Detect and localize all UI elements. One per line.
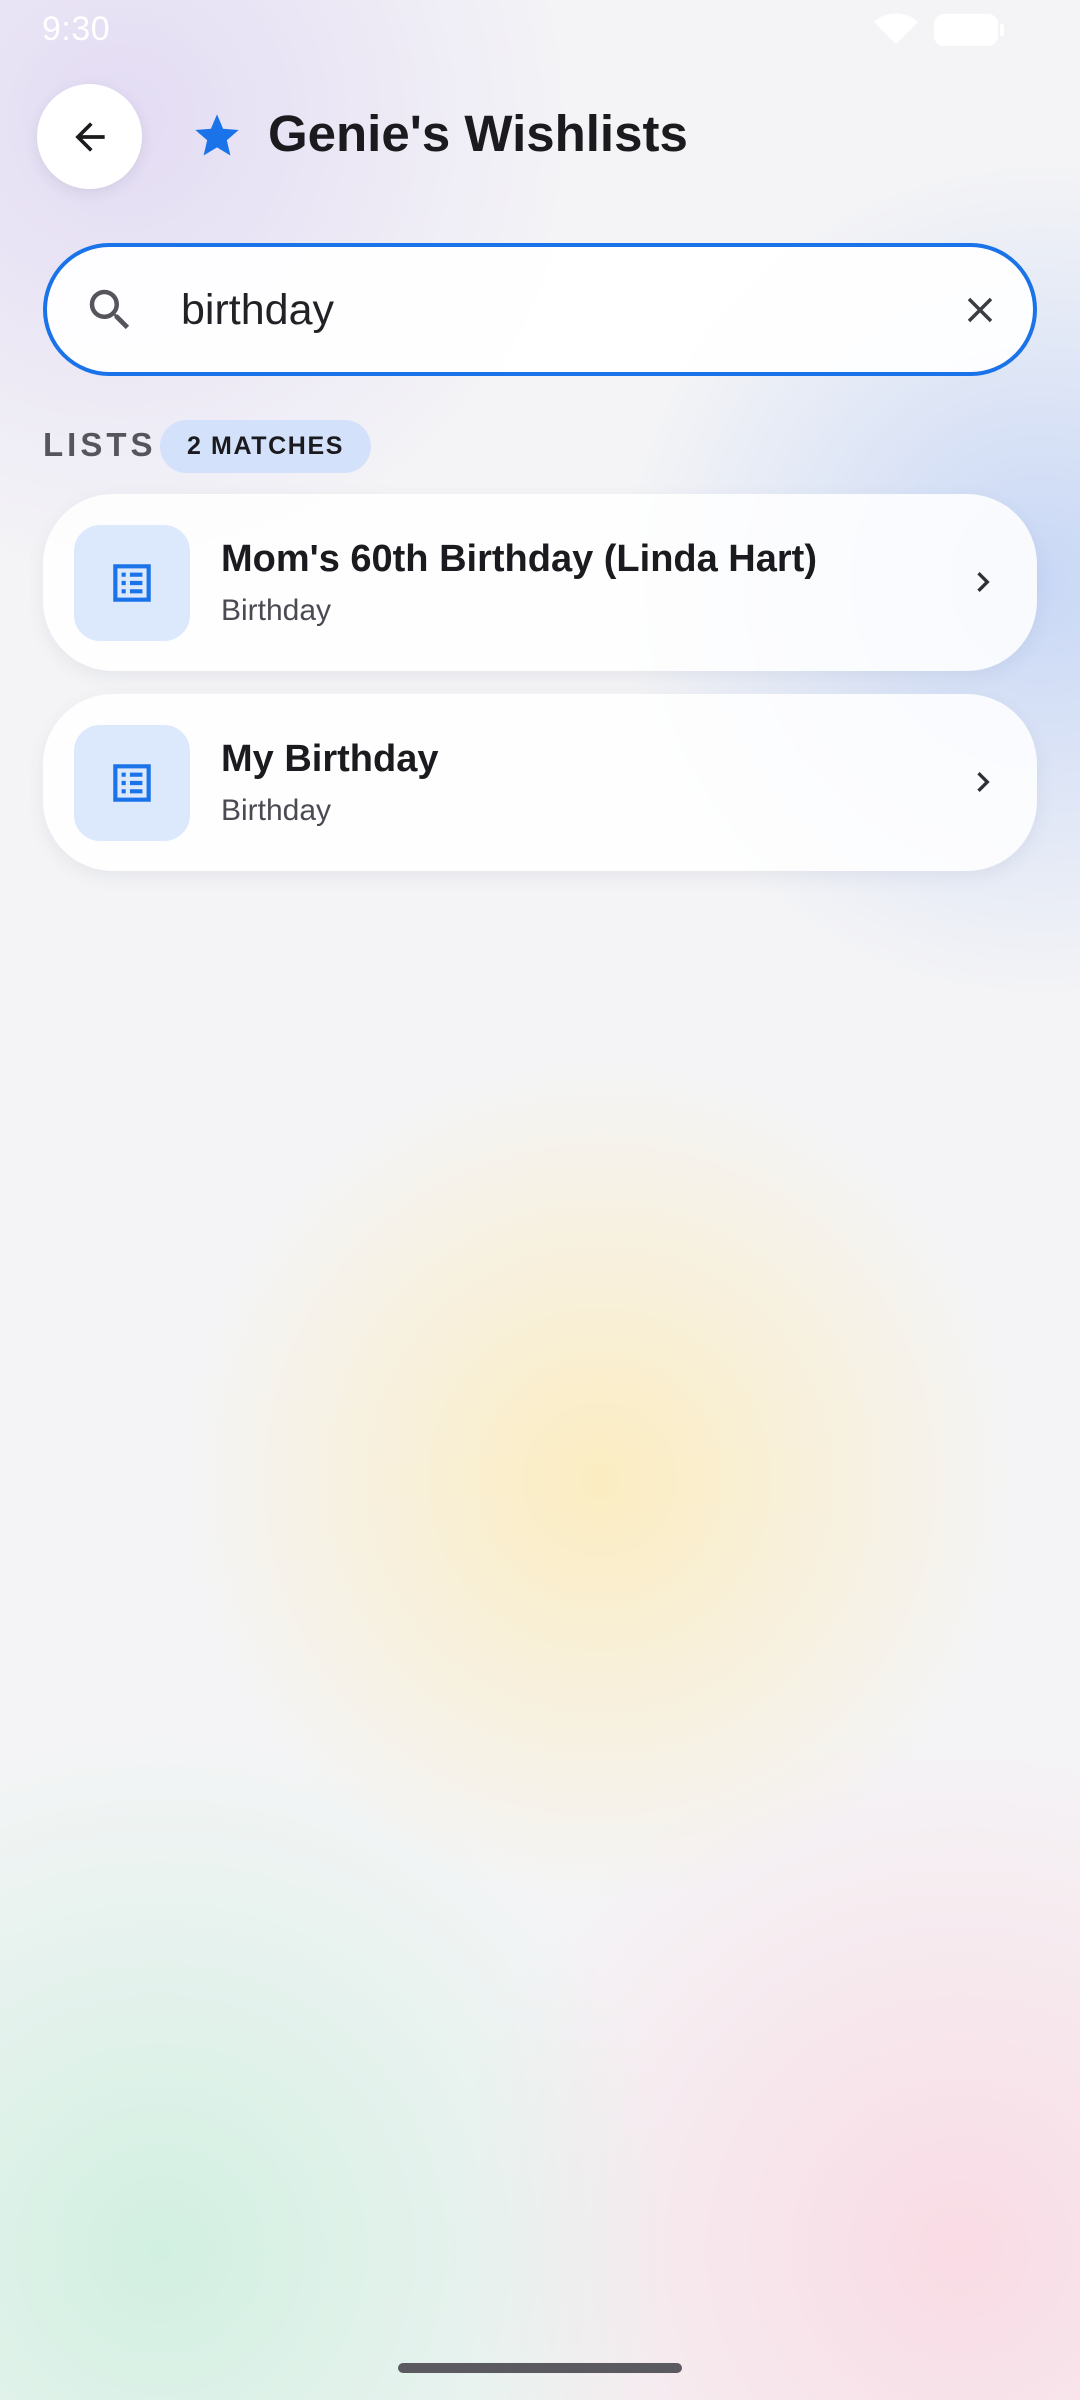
list-title: My Birthday [221, 738, 439, 780]
battery-icon [934, 14, 1004, 46]
close-icon [967, 297, 993, 323]
matches-badge: 2 MATCHES [160, 420, 372, 473]
search-input[interactable] [181, 275, 881, 345]
section-label: LISTS [43, 426, 157, 463]
status-time: 9:30 [42, 10, 111, 48]
search-bar[interactable] [43, 243, 1037, 376]
star-icon [195, 114, 239, 156]
chevron-right-icon [977, 772, 990, 792]
list-subtitle: Birthday [221, 594, 332, 627]
list-thumbnail [74, 525, 190, 641]
status-bar: 9:30 [0, 0, 1080, 60]
list-icon [113, 764, 151, 802]
arrow-left-icon [74, 121, 105, 152]
page-title: Genie's Wishlists [268, 105, 688, 162]
list-item[interactable]: My Birthday Birthday [43, 694, 1037, 871]
list-title: Mom's 60th Birthday (Linda Hart) [221, 538, 817, 580]
chevron-right-icon [977, 572, 990, 592]
search-icon [89, 289, 130, 330]
back-button[interactable] [37, 84, 142, 189]
list-icon [113, 564, 151, 602]
home-indicator[interactable] [398, 2363, 682, 2373]
wifi-icon [874, 13, 918, 44]
clear-search-button[interactable] [947, 277, 1013, 343]
list-item[interactable]: Mom's 60th Birthday (Linda Hart) Birthda… [43, 494, 1037, 671]
list-thumbnail [74, 725, 190, 841]
list-subtitle: Birthday [221, 794, 332, 827]
